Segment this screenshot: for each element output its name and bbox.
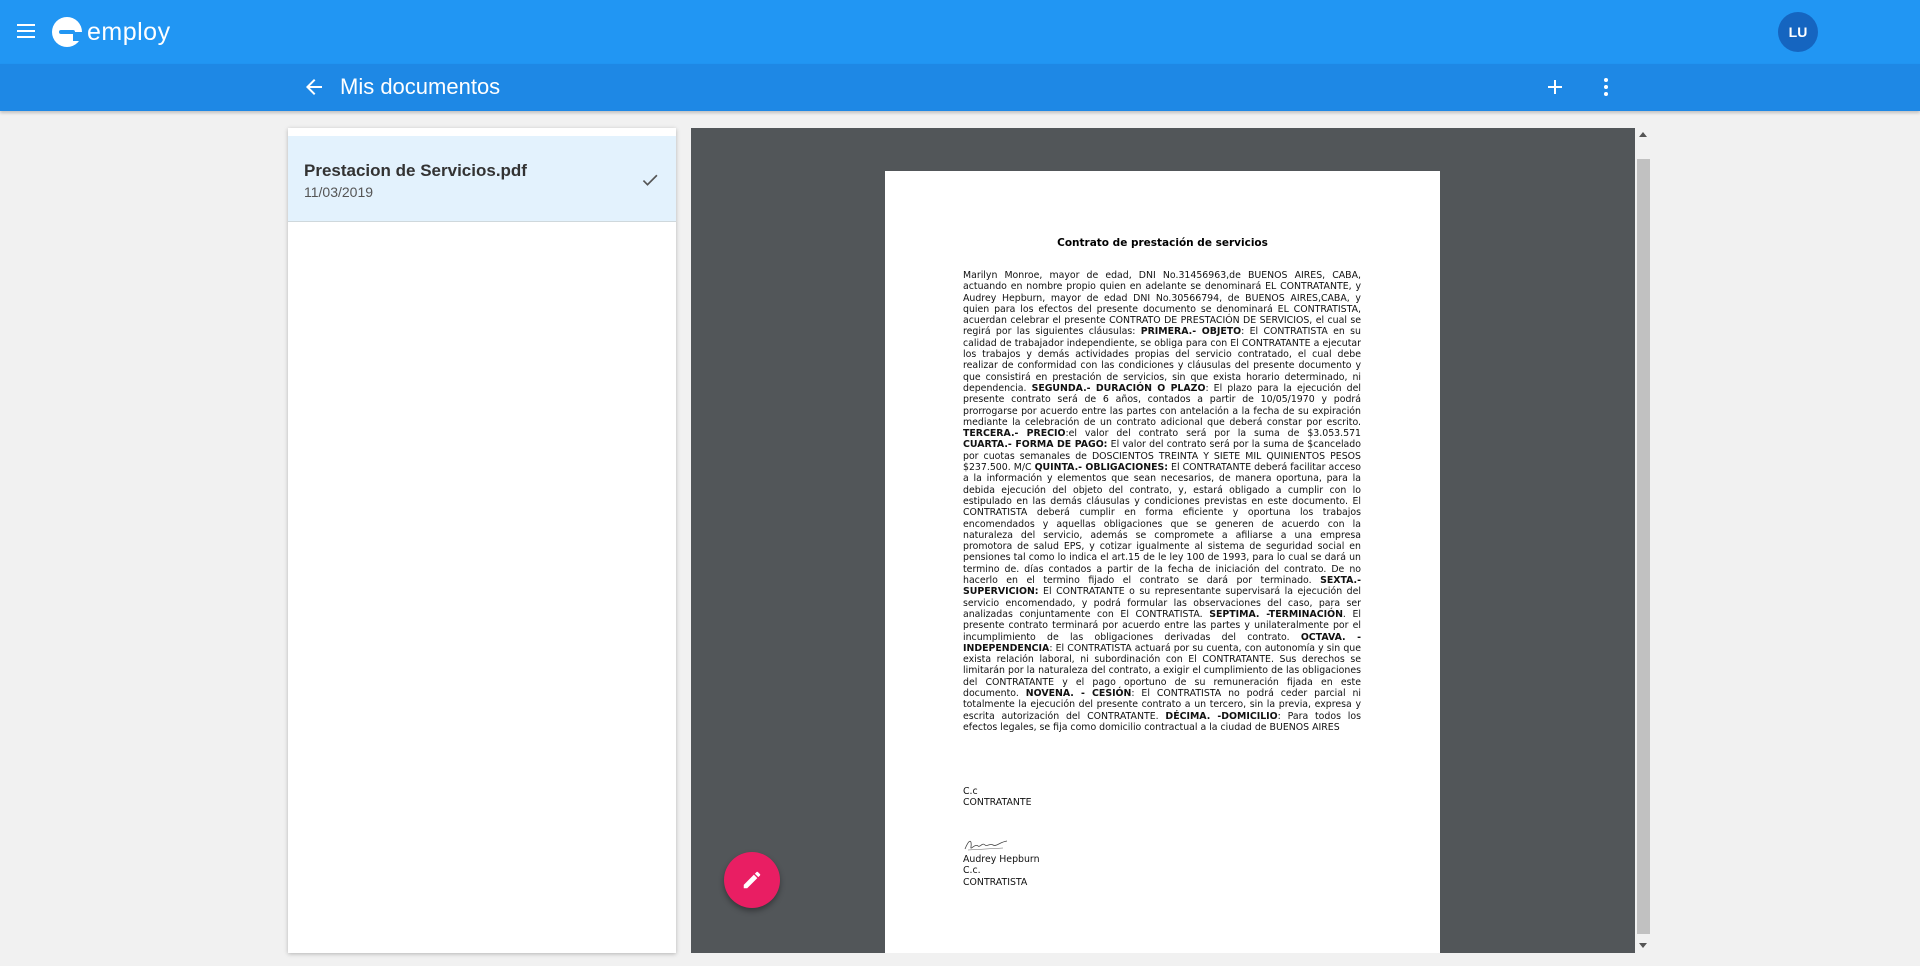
document-name: Prestacion de Servicios.pdf xyxy=(304,161,527,180)
page-title: Mis documentos xyxy=(340,74,501,99)
user-avatar[interactable]: LU xyxy=(1778,12,1818,52)
handwritten-signature xyxy=(963,837,1009,853)
contract-text-segment: :el valor del contrato será por la suma … xyxy=(1065,428,1361,440)
contratante-label: CONTRATANTE xyxy=(963,797,1032,809)
document-date: 11/03/2019 xyxy=(304,184,374,200)
contract-clause-heading: QUINTA.- OBLIGACIONES: xyxy=(1034,462,1168,474)
employ-logo[interactable]: employ xyxy=(52,16,171,48)
check-icon xyxy=(640,170,660,190)
contratista-cc: C.c. xyxy=(963,865,981,877)
scroll-up-arrow-icon[interactable] xyxy=(1639,132,1647,137)
plus-icon[interactable] xyxy=(1543,75,1567,99)
contract-clause-heading: NOVENA. - CESIÓN xyxy=(1025,687,1132,699)
pdf-document-title: Contrato de prestación de servicios xyxy=(1057,237,1268,249)
viewer-scrollbar[interactable] xyxy=(1635,128,1652,953)
document-list-item[interactable]: Prestacion de Servicios.pdf 11/03/2019 xyxy=(288,136,676,222)
more-vert-icon[interactable] xyxy=(1594,75,1618,99)
contract-clause-heading: SEGUNDA.- DURACIÓN O PLAZO xyxy=(1031,382,1206,394)
edit-button[interactable] xyxy=(724,852,780,908)
contract-clause-heading: CUARTA.- FORMA DE PAGO: xyxy=(963,439,1108,451)
contract-clause-heading: DÉCIMA. -DOMICILIO xyxy=(1165,710,1278,722)
top-app-bar: employ LU xyxy=(0,0,1920,64)
contract-clause-heading: PRIMERA.- OBJETO xyxy=(1140,326,1242,338)
pdf-page: Contrato de prestación de servicios Mari… xyxy=(885,171,1440,953)
scroll-down-arrow-icon[interactable] xyxy=(1639,943,1647,948)
logo-text: employ xyxy=(87,17,171,46)
contract-text-segment: El CONTRATANTE deberá facilitar acceso a… xyxy=(963,462,1361,587)
scroll-thumb[interactable] xyxy=(1637,159,1650,934)
pencil-icon xyxy=(743,871,761,889)
contratista-signature-block: Audrey Hepburn C.c. CONTRATISTA xyxy=(963,854,1040,888)
arrow-back-icon[interactable] xyxy=(302,75,326,99)
contract-clause-heading: TERCERA.- PRECIO xyxy=(963,428,1066,440)
pdf-viewer[interactable]: Contrato de prestación de servicios Mari… xyxy=(691,128,1635,953)
logo-mark xyxy=(52,17,83,47)
menu-icon[interactable] xyxy=(14,20,38,44)
contratante-cc: C.c xyxy=(963,786,978,797)
contratista-name: Audrey Hepburn xyxy=(963,854,1040,865)
contratante-signature-block: C.c CONTRATANTE xyxy=(963,786,1032,809)
contratista-label: CONTRATISTA xyxy=(963,876,1028,888)
pdf-contract-text: Marilyn Monroe, mayor de edad, DNI No.31… xyxy=(963,270,1361,733)
contract-clause-heading: SEPTIMA. -TERMINACIÓN xyxy=(1209,608,1343,620)
document-list: Prestacion de Servicios.pdf 11/03/2019 xyxy=(288,128,676,953)
page-header: Mis documentos xyxy=(0,64,1920,111)
